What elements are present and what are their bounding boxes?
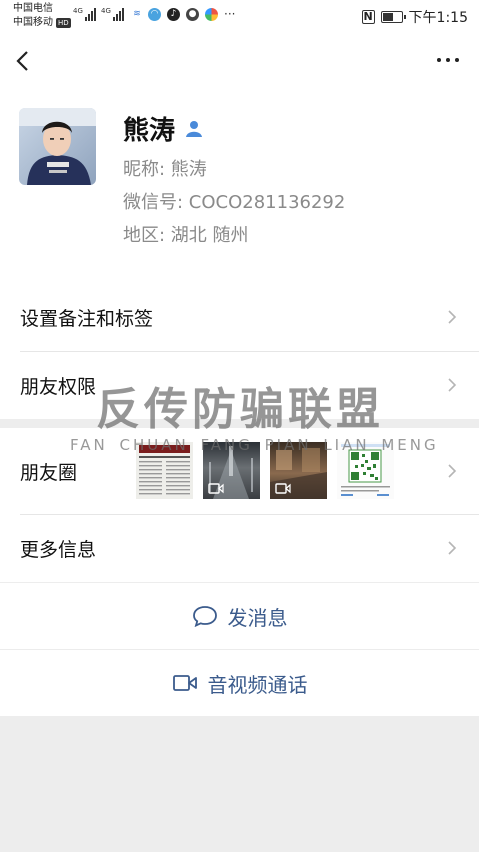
tiktok-icon: ♪	[167, 8, 180, 21]
profile-card: 熊涛 昵称: 熊涛 微信号: COCO281136292 地区: 湖北 随州	[0, 88, 479, 283]
menu-item-remark-tags[interactable]: 设置备注和标签	[0, 283, 479, 351]
network-type-1: 4G	[73, 7, 83, 15]
browser-icon	[205, 8, 218, 21]
moments-thumbnail-video-1[interactable]	[203, 442, 260, 499]
chevron-right-icon	[448, 310, 457, 324]
chevron-left-icon[interactable]	[14, 48, 36, 74]
send-message-label: 发消息	[227, 605, 288, 630]
video-call-label: 音视频通话	[207, 672, 308, 697]
chat-bubble-icon	[192, 606, 217, 627]
battery-icon	[380, 11, 406, 23]
notification-icons: ≋ ◠ ♪ ● ···	[132, 8, 235, 21]
region: 地区: 湖北 随州	[123, 225, 249, 246]
video-call-button[interactable]: 音视频通话	[0, 650, 479, 716]
wechat-id: 微信号: COCO281136292	[123, 192, 346, 213]
carrier-1: 中国电信	[13, 3, 53, 14]
chevron-right-icon	[448, 378, 457, 392]
clock: 下午1:15	[408, 10, 468, 26]
moments-thumbnail-video-2[interactable]	[270, 442, 327, 499]
menu-item-label: 更多信息	[20, 538, 97, 561]
signal-icon-2: 4G	[101, 7, 124, 21]
send-message-button[interactable]: 发消息	[0, 583, 479, 649]
carrier-2: 中国移动	[13, 17, 53, 28]
menu-section-1: 设置备注和标签 朋友权限	[0, 283, 479, 419]
menu-item-friend-permissions[interactable]: 朋友权限	[0, 351, 479, 419]
video-icon	[275, 483, 291, 494]
chat-bubble-icon: ●	[186, 8, 199, 21]
moments-thumbnails	[136, 442, 394, 499]
video-camera-icon	[172, 675, 197, 691]
more-dots-icon[interactable]	[437, 58, 459, 62]
nav-bar	[0, 34, 479, 88]
more-notifications-icon: ···	[224, 7, 236, 21]
avatar[interactable]	[19, 108, 96, 185]
nickname: 昵称: 熊涛	[123, 159, 207, 180]
menu-item-label: 朋友圈	[20, 461, 78, 484]
carrier-info: 中国电信 中国移动 HD	[13, 2, 71, 30]
contact-name: 熊涛	[123, 116, 176, 146]
menu-item-more-info[interactable]: 更多信息	[0, 514, 479, 582]
moments-thumbnail-qr-code[interactable]	[337, 442, 394, 499]
signal-icon: 4G	[73, 7, 96, 21]
chevron-right-icon	[448, 464, 457, 478]
menu-item-label: 朋友权限	[20, 375, 97, 398]
menu-section-2: 朋友圈 更多信息	[0, 428, 479, 582]
wifi-icon: ≋	[132, 8, 142, 21]
hd-badge: HD	[56, 18, 71, 28]
battery-level	[382, 13, 394, 21]
moments-thumbnail-newspaper[interactable]	[136, 442, 193, 499]
person-icon	[186, 120, 203, 137]
status-bar: 中国电信 中国移动 HD 4G 4G ≋ ◠ ♪ ● ··· N 下午1:15	[0, 0, 479, 34]
video-icon	[208, 483, 224, 494]
menu-item-label: 设置备注和标签	[20, 307, 154, 330]
chevron-right-icon	[448, 541, 457, 555]
app-notification-icon: ◠	[148, 8, 161, 21]
network-type-2: 4G	[101, 7, 111, 15]
nfc-icon: N	[361, 10, 375, 24]
menu-item-moments[interactable]: 朋友圈	[0, 428, 479, 514]
